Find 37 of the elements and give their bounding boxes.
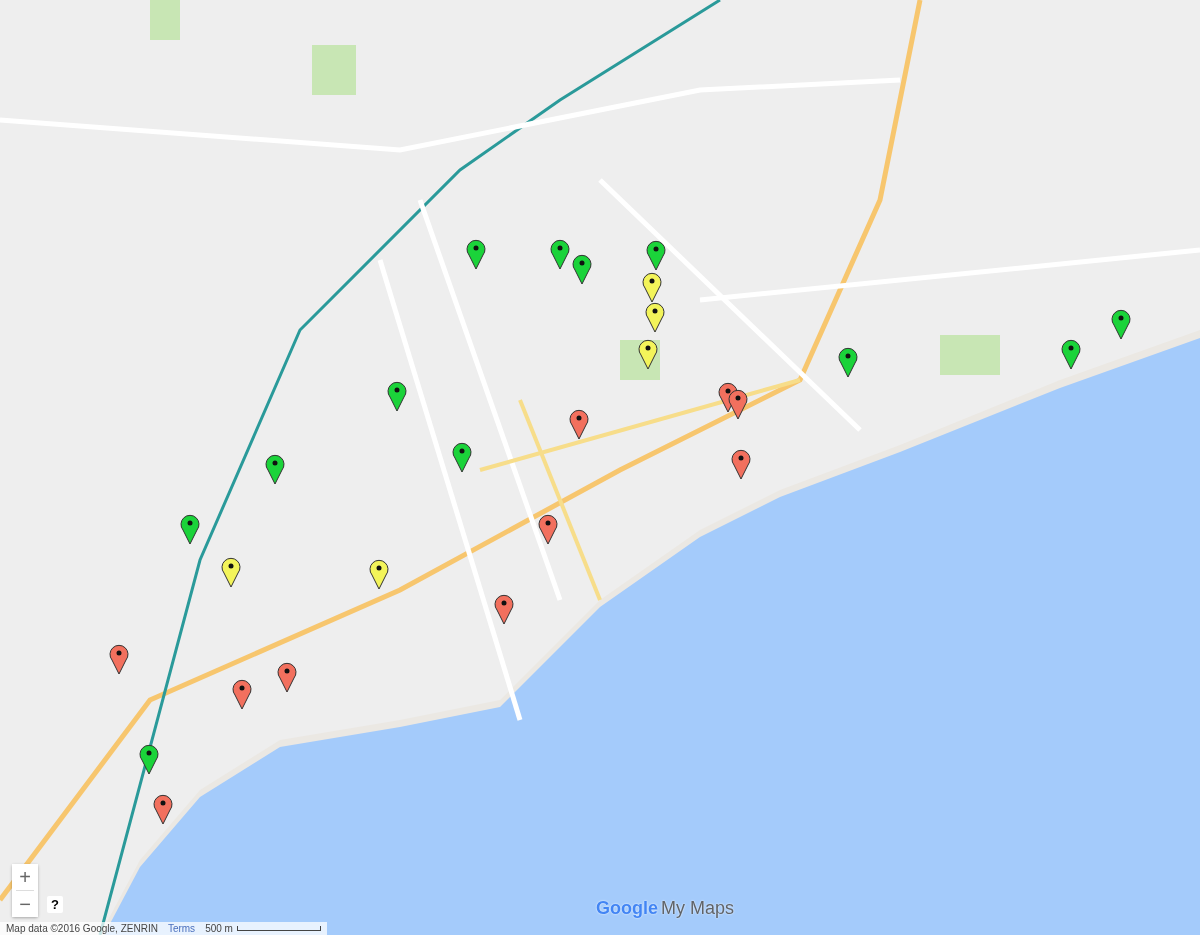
map-pin-icon[interactable] bbox=[109, 643, 129, 675]
map-pin-icon[interactable] bbox=[645, 301, 665, 333]
map-data-text: Map data ©2016 Google, ZENRIN bbox=[6, 923, 158, 934]
park-area bbox=[940, 335, 1000, 375]
map-pin-icon[interactable] bbox=[277, 661, 297, 693]
map-pin-icon[interactable] bbox=[452, 441, 472, 473]
logo-product: My Maps bbox=[661, 898, 734, 919]
map-pin-icon[interactable] bbox=[265, 453, 285, 485]
map-pin-icon[interactable] bbox=[221, 556, 241, 588]
map-pin-icon[interactable] bbox=[387, 380, 407, 412]
help-button[interactable]: ? bbox=[47, 896, 63, 913]
park-area bbox=[150, 0, 180, 40]
map-pin-icon[interactable] bbox=[550, 238, 570, 270]
park-area bbox=[312, 45, 356, 95]
map-pin-icon[interactable] bbox=[180, 513, 200, 545]
zoom-out-button[interactable]: − bbox=[12, 891, 38, 917]
map-pin-icon[interactable] bbox=[1061, 338, 1081, 370]
logo-brand: Google bbox=[596, 898, 658, 919]
map-pin-icon[interactable] bbox=[494, 593, 514, 625]
map-pin-icon[interactable] bbox=[728, 388, 748, 420]
map-pin-icon[interactable] bbox=[731, 448, 751, 480]
zoom-in-button[interactable]: + bbox=[12, 864, 38, 890]
map-pin-icon[interactable] bbox=[1111, 308, 1131, 340]
map-pin-icon[interactable] bbox=[838, 346, 858, 378]
map-pin-icon[interactable] bbox=[538, 513, 558, 545]
map-pin-icon[interactable] bbox=[139, 743, 159, 775]
map-pin-icon[interactable] bbox=[369, 558, 389, 590]
scale-label: 500 m bbox=[205, 923, 233, 934]
map-pin-icon[interactable] bbox=[232, 678, 252, 710]
map-pin-icon[interactable] bbox=[638, 338, 658, 370]
map-pin-icon[interactable] bbox=[569, 408, 589, 440]
map-pin-icon[interactable] bbox=[646, 239, 666, 271]
map-pin-icon[interactable] bbox=[642, 271, 662, 303]
map-pin-icon[interactable] bbox=[153, 793, 173, 825]
map-pin-icon[interactable] bbox=[572, 253, 592, 285]
map-pin-icon[interactable] bbox=[466, 238, 486, 270]
terms-link[interactable]: Terms bbox=[167, 923, 196, 934]
